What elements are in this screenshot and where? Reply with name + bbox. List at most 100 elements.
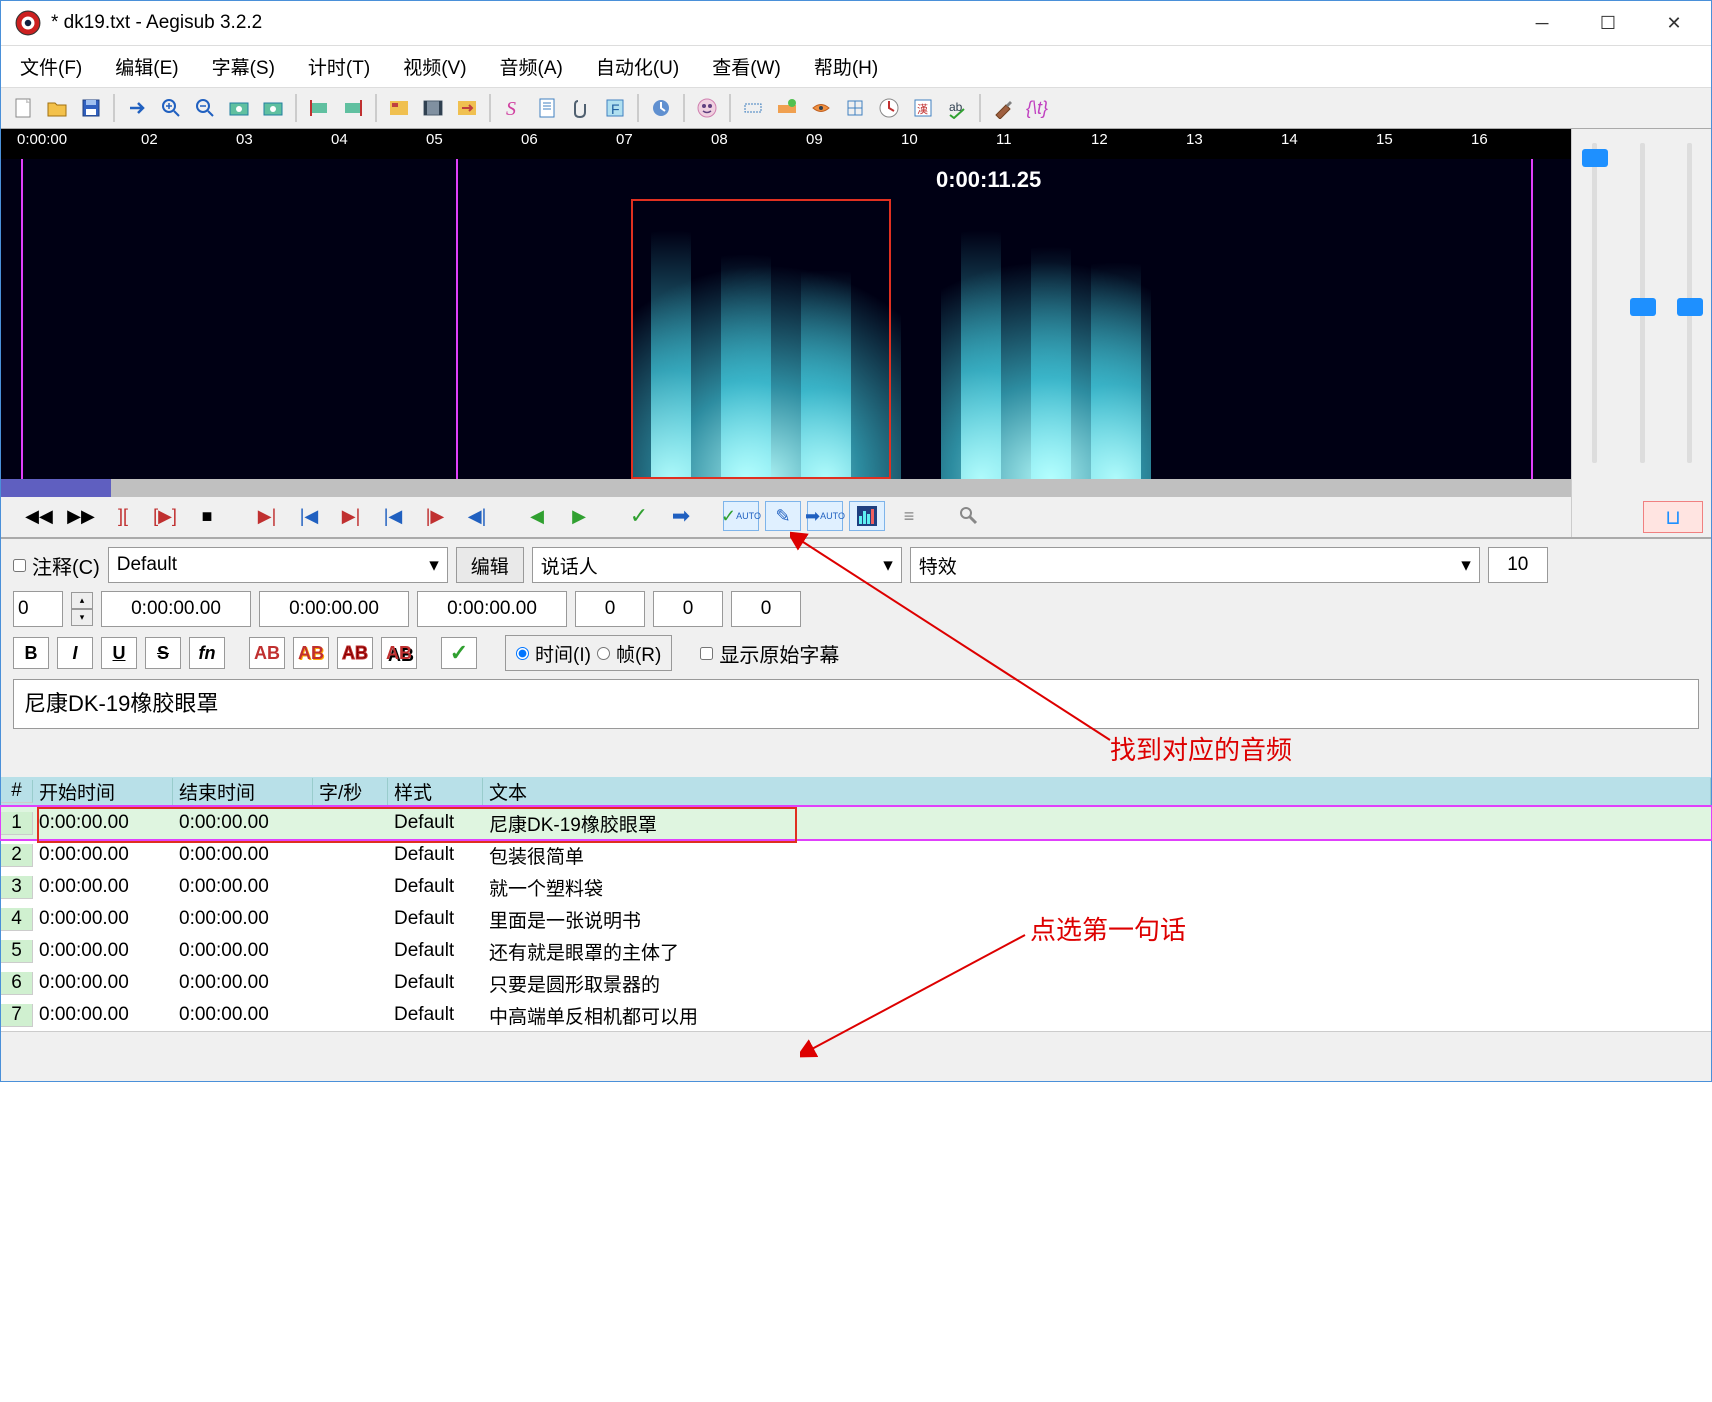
col-num[interactable]: # (1, 780, 33, 803)
leadin-icon[interactable]: ◀ (519, 501, 555, 531)
start-time-input[interactable] (101, 591, 251, 627)
margin-v-input[interactable] (731, 591, 801, 627)
selection-end-marker[interactable] (1531, 159, 1533, 479)
commit-icon[interactable]: ✓ (621, 501, 657, 531)
table-row[interactable]: 70:00:00.000:00:00.00Default中高端单反相机都可以用 (1, 999, 1711, 1031)
karaoke-icon[interactable] (951, 501, 987, 531)
auto-commit-icon[interactable]: ✓AUTO (723, 501, 759, 531)
menu-file[interactable]: 文件(F) (16, 51, 86, 82)
medusa-icon[interactable]: ≡ (891, 501, 927, 531)
leadout-icon[interactable]: ▶ (561, 501, 597, 531)
strike-button[interactable]: S (145, 637, 181, 669)
comment-checkbox[interactable]: 注释(C) (13, 551, 100, 580)
menu-edit[interactable]: 编辑(E) (111, 51, 182, 82)
play-after-start-icon[interactable]: |◀ (291, 501, 327, 531)
link-sliders-button[interactable]: ⊔ (1643, 501, 1703, 533)
vertical-zoom-slider[interactable] (1628, 143, 1656, 463)
auto-next-icon[interactable]: ✎ (765, 501, 801, 531)
col-start[interactable]: 开始时间 (33, 778, 173, 805)
snap-end-icon[interactable] (337, 92, 369, 124)
col-chars[interactable]: 字/秒 (313, 778, 388, 805)
zoom-out-icon[interactable] (189, 92, 221, 124)
minimize-button[interactable]: ─ (1509, 3, 1575, 43)
table-row[interactable]: 30:00:00.000:00:00.00Default就一个塑料袋 (1, 871, 1711, 903)
save-file-icon[interactable] (75, 92, 107, 124)
col-style[interactable]: 样式 (388, 778, 483, 805)
stop-icon[interactable]: ■ (189, 501, 225, 531)
play-last-500-icon[interactable]: ◀| (459, 501, 495, 531)
select-visible-icon[interactable] (383, 92, 415, 124)
menu-subs[interactable]: 字幕(S) (208, 51, 279, 82)
prev-line-icon[interactable]: ◀◀ (21, 501, 57, 531)
menu-help[interactable]: 帮助(H) (810, 51, 882, 82)
snap-start-icon[interactable] (303, 92, 335, 124)
audio-scrollbar[interactable] (1, 479, 1571, 497)
color3-button[interactable]: AB (337, 637, 373, 669)
show-original-checkbox[interactable]: 显示原始字幕 (700, 639, 839, 668)
selection-start-marker[interactable] (21, 159, 23, 479)
table-row[interactable]: 60:00:00.000:00:00.00Default只要是圆形取景器的 (1, 967, 1711, 999)
zoom-in-icon[interactable] (155, 92, 187, 124)
col-end[interactable]: 结束时间 (173, 778, 313, 805)
underline-button[interactable]: U (101, 637, 137, 669)
play-selection-icon[interactable]: ][ (105, 501, 141, 531)
color4-button[interactable]: AB (381, 637, 417, 669)
style-combo[interactable]: Default▾ (108, 547, 448, 583)
close-button[interactable]: ✕ (1641, 3, 1707, 43)
goto-icon[interactable]: ➡ (663, 501, 699, 531)
fonts-collector-icon[interactable]: F (599, 92, 631, 124)
jump-icon[interactable] (121, 92, 153, 124)
table-row[interactable]: 10:00:00.000:00:00.00Default尼康DK-19橡胶眼罩 (1, 807, 1711, 839)
cycle-tags-icon[interactable]: {\t} (1021, 92, 1053, 124)
automation-icon[interactable] (645, 92, 677, 124)
play-before-end-icon[interactable]: ▶| (333, 501, 369, 531)
margin-input[interactable] (1488, 547, 1548, 583)
duration-input[interactable] (417, 591, 567, 627)
play-after-end-icon[interactable]: |◀ (375, 501, 411, 531)
selection-mid-marker[interactable] (456, 159, 458, 479)
margin-l-input[interactable] (575, 591, 645, 627)
italic-button[interactable]: I (57, 637, 93, 669)
waveform-display[interactable]: 0:00:11.25 (1, 159, 1571, 479)
detach-video-icon[interactable] (417, 92, 449, 124)
play-before-start-icon[interactable]: ▶| (249, 501, 285, 531)
color1-button[interactable]: AB (249, 637, 285, 669)
bold-button[interactable]: B (13, 637, 49, 669)
effect-combo[interactable]: 特效▾ (910, 547, 1480, 583)
resample-icon[interactable] (839, 92, 871, 124)
subtitle-text-input[interactable]: 尼康DK-19橡胶眼罩 (13, 679, 1699, 729)
time-radio[interactable]: 时间(I) (516, 640, 591, 667)
next-line-icon[interactable]: ▶▶ (63, 501, 99, 531)
menu-auto[interactable]: 自动化(U) (592, 51, 683, 82)
scrollbar-thumb[interactable] (1, 479, 111, 497)
table-row[interactable]: 40:00:00.000:00:00.00Default里面是一张说明书 (1, 903, 1711, 935)
speaker-combo[interactable]: 说话人▾ (532, 547, 902, 583)
shift-icon[interactable] (737, 92, 769, 124)
layer-spinner[interactable]: ▴▾ (71, 592, 93, 626)
translation-assist-icon[interactable] (805, 92, 837, 124)
menu-view[interactable]: 查看(W) (708, 51, 785, 82)
new-file-icon[interactable] (7, 92, 39, 124)
auto-scroll-icon[interactable]: ➡AUTO (807, 501, 843, 531)
color2-button[interactable]: AB (293, 637, 329, 669)
layer-input[interactable] (13, 591, 63, 627)
edit-style-button[interactable]: 编辑 (456, 547, 524, 583)
menu-audio[interactable]: 音频(A) (496, 51, 567, 82)
spectrogram[interactable]: 0:00:00 02 03 04 05 06 07 08 09 10 11 12… (1, 129, 1571, 494)
attachments-icon[interactable] (565, 92, 597, 124)
video-jumpto-icon[interactable] (223, 92, 255, 124)
col-text[interactable]: 文本 (483, 778, 1711, 805)
assdraw-icon[interactable] (691, 92, 723, 124)
kanji-timer-icon[interactable]: 漢 (907, 92, 939, 124)
horizontal-zoom-slider[interactable] (1580, 143, 1608, 463)
menu-video[interactable]: 视频(V) (399, 51, 470, 82)
font-button[interactable]: fn (189, 637, 225, 669)
spellcheck-icon[interactable]: ab (941, 92, 973, 124)
open-file-icon[interactable] (41, 92, 73, 124)
margin-r-input[interactable] (653, 591, 723, 627)
shift-times-icon[interactable] (451, 92, 483, 124)
styles-manager-icon[interactable]: S (497, 92, 529, 124)
styling-assist-icon[interactable] (771, 92, 803, 124)
frame-radio[interactable]: 帧(R) (597, 640, 661, 667)
properties-icon[interactable] (531, 92, 563, 124)
